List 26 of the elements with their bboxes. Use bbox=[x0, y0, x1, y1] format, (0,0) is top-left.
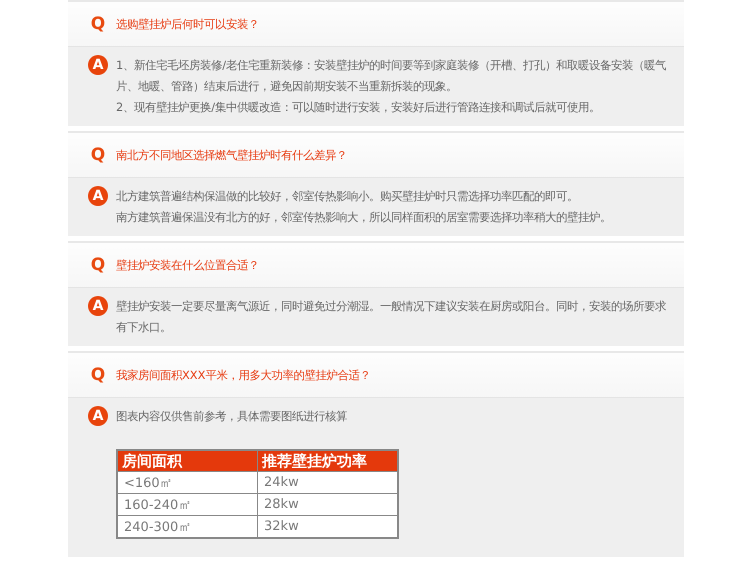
answer-text: 南方建筑普遍保温没有北方的好，邻室传热影响大，所以同样面积的居室需要选择功率稍大的壁挂炉。 bbox=[116, 209, 612, 226]
question-text: 壁挂炉安装在什么位置合适？ bbox=[116, 258, 259, 272]
table-cell: 28kw bbox=[258, 494, 398, 516]
answer-text: 图表内容仅供售前参考，具体需要图纸进行核算 bbox=[116, 408, 348, 425]
question-text: 选购壁挂炉后何时可以安装？ bbox=[116, 16, 259, 32]
answer-mark-icon: A bbox=[88, 296, 108, 316]
answer-mark-icon: A bbox=[88, 406, 108, 426]
answer-text: 北方建筑普遍结构保温做的比较好，邻室传热影响小。购买壁挂炉时只需选择功率匹配的即可。 bbox=[116, 188, 579, 205]
column-header: 推荐壁挂炉功率 bbox=[258, 450, 398, 472]
table-cell: 240-300㎡ bbox=[117, 516, 258, 538]
answer-mark-icon: A bbox=[88, 55, 108, 75]
answer-text: 2、现有壁挂炉更换/集中供暖改造：可以随时进行安装，安装好后进行管路连接和调试后就可使用。 bbox=[116, 99, 602, 116]
table-cell: 32kw bbox=[258, 516, 398, 538]
question-text: 南北方不同地区选择燃气壁挂炉时有什么差异？ bbox=[116, 148, 347, 162]
table-cell: <160㎡ bbox=[117, 472, 258, 494]
answer-text: 壁挂炉安装一定要尽量离气源近，同时避免过分潮湿。一般情况下建议安装在厨房或阳台。同时，安装的场所要求有下水口。 bbox=[116, 298, 667, 336]
question-mark-icon: Q bbox=[88, 14, 108, 34]
table-cell: 160-240㎡ bbox=[117, 494, 258, 516]
column-header: 房间面积 bbox=[117, 450, 258, 472]
question-mark-icon: Q bbox=[88, 365, 108, 385]
question-text: 我家房间面积XXX平米，用多大功率的壁挂炉合适？ bbox=[116, 368, 370, 382]
question-mark-icon: Q bbox=[88, 145, 108, 165]
answer-mark-icon: A bbox=[88, 186, 108, 206]
table-cell: 24kw bbox=[258, 472, 398, 494]
question-mark-icon: Q bbox=[88, 255, 108, 275]
answer-text: 1、新住宅毛坯房装修/老住宅重新装修：安装壁挂炉的时间要等到家庭装修（开槽、打孔）和取暖设备安装（暖气片、地暖、管路）结束后进行，避免因前期安装不当重新拆装的现象。 bbox=[116, 57, 668, 95]
